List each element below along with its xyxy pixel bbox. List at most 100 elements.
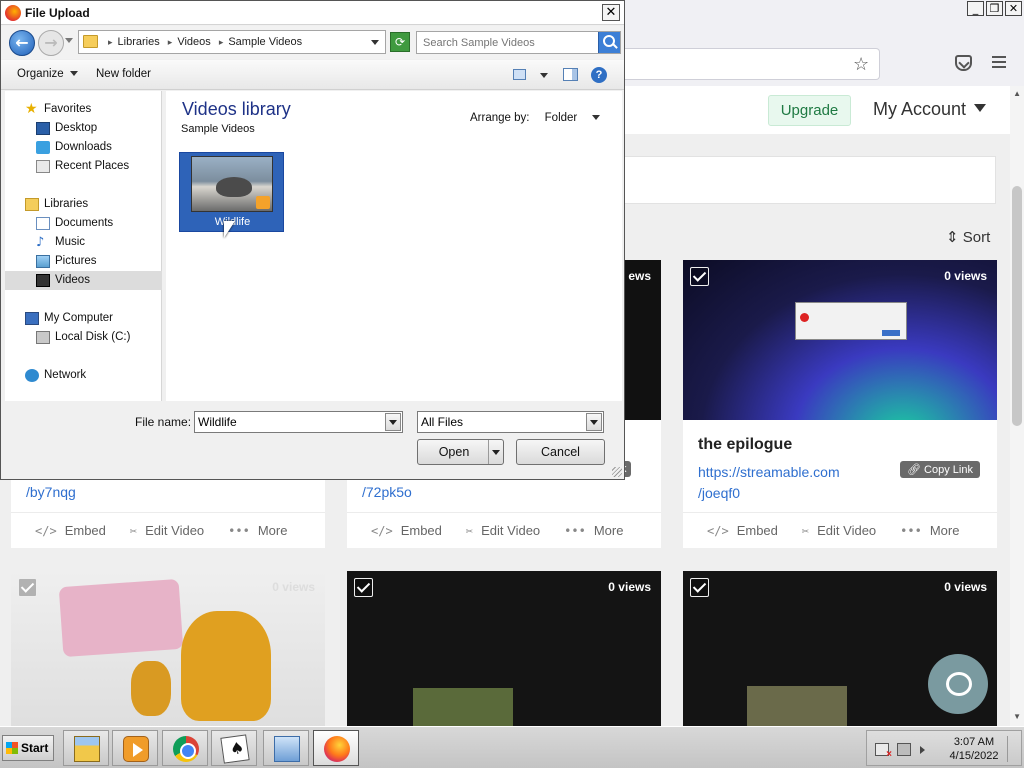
nav-item-documents[interactable]: Documents — [5, 214, 162, 233]
embed-button[interactable]: </> Embed — [35, 523, 106, 538]
embed-button[interactable]: </> Embed — [707, 523, 778, 538]
help-icon[interactable]: ? — [591, 67, 607, 83]
arrange-by-control[interactable]: Arrange by: Folder — [470, 112, 601, 124]
video-card[interactable]: 0 views the epilogue https://streamable.… — [683, 260, 997, 548]
edit-video-button[interactable]: ✂ Edit Video — [466, 523, 540, 538]
action-center-flag-icon[interactable] — [875, 743, 892, 760]
more-button[interactable]: ••• More — [228, 523, 287, 538]
sort-button[interactable]: ⇕ Sort — [946, 228, 990, 246]
breadcrumb-videos[interactable]: Videos — [177, 36, 210, 48]
clock[interactable]: 3:07 AM 4/15/2022 — [945, 735, 1003, 763]
video-link[interactable]: https://streamable.com/joeqf0 — [698, 462, 898, 504]
organize-button[interactable]: Organize — [17, 68, 78, 80]
taskbar-control-panel[interactable] — [263, 730, 309, 766]
search-panel[interactable] — [600, 156, 996, 204]
nav-item-favorites[interactable]: ★ Favorites — [5, 100, 162, 119]
select-checkbox[interactable] — [354, 578, 373, 597]
scrollbar-thumb[interactable] — [1012, 186, 1022, 426]
video-thumbnail[interactable]: 0 views — [11, 571, 325, 726]
more-button[interactable]: ••• More — [900, 523, 959, 538]
preview-pane-icon[interactable] — [563, 68, 578, 81]
select-checkbox[interactable] — [690, 267, 709, 286]
chat-support-button[interactable] — [928, 654, 988, 714]
nav-item-music[interactable]: ♪ Music — [5, 233, 162, 252]
select-checkbox[interactable] — [18, 578, 37, 597]
video-thumbnail[interactable]: 0 views — [347, 571, 661, 726]
my-account-label: My Account — [873, 99, 967, 119]
show-desktop-button[interactable] — [1007, 736, 1017, 762]
taskbar: Start 3:07 AM 4/15/2022 — [0, 726, 1024, 768]
file-name-dropdown-icon[interactable] — [385, 413, 401, 431]
cancel-button[interactable]: Cancel — [516, 439, 605, 465]
video-thumbnail[interactable]: 0 views — [683, 260, 997, 420]
upgrade-button[interactable]: Upgrade — [768, 95, 851, 126]
new-folder-button[interactable]: New folder — [96, 68, 151, 80]
taskbar-chrome[interactable] — [162, 730, 208, 766]
nav-item-videos[interactable]: Videos — [5, 271, 162, 290]
hamburger-menu-icon[interactable] — [992, 56, 1006, 68]
dialog-toolbar: Organize New folder ? — [1, 60, 624, 90]
scroll-up-arrow-icon[interactable]: ▲ — [1013, 89, 1021, 98]
file-name-input[interactable] — [195, 412, 383, 432]
taskbar-explorer[interactable] — [63, 730, 109, 766]
taskbar-media-player[interactable] — [112, 730, 158, 766]
change-view-icon[interactable] — [513, 69, 526, 80]
minimize-button[interactable]: _ — [967, 1, 984, 16]
nav-item-local-disk[interactable]: Local Disk (C:) — [5, 328, 162, 347]
address-dropdown-icon[interactable] — [371, 40, 379, 45]
dialog-close-button[interactable]: ✕ — [602, 4, 620, 21]
video-title[interactable]: the epilogue — [698, 436, 792, 454]
file-type-dropdown-icon[interactable] — [586, 413, 602, 431]
nav-item-my-computer[interactable]: My Computer — [5, 309, 162, 328]
video-link[interactable]: /72pk5o — [362, 482, 562, 503]
video-card[interactable]: 0 views — [347, 571, 661, 726]
nav-item-downloads[interactable]: Downloads — [5, 138, 162, 157]
nav-item-libraries[interactable]: Libraries — [5, 195, 162, 214]
page-scrollbar[interactable] — [1010, 86, 1024, 726]
url-bar[interactable] — [600, 48, 880, 80]
scroll-down-arrow-icon[interactable]: ▼ — [1013, 712, 1021, 721]
nav-item-desktop[interactable]: Desktop — [5, 119, 162, 138]
edit-video-button[interactable]: ✂ Edit Video — [802, 523, 876, 538]
start-button[interactable]: Start — [2, 735, 54, 761]
open-options-dropdown-icon[interactable] — [488, 440, 503, 464]
copy-link-button[interactable]: 🔗︎ Copy Link — [900, 461, 980, 478]
media-player-icon — [123, 736, 149, 762]
breadcrumb-sample-videos[interactable]: Sample Videos — [228, 36, 302, 48]
breadcrumb-libraries[interactable]: Libraries — [118, 36, 160, 48]
nav-item-network[interactable]: Network — [5, 366, 162, 385]
card-actions: </> Embed ✂ Edit Video ••• More — [683, 512, 997, 548]
pocket-icon[interactable] — [955, 55, 972, 71]
forward-arrow-icon[interactable]: → — [38, 30, 64, 56]
open-button[interactable]: Open — [417, 439, 504, 465]
restore-button[interactable]: ❐ — [986, 1, 1003, 16]
video-card[interactable]: 0 views — [11, 571, 325, 726]
network-tray-icon[interactable] — [897, 743, 911, 756]
embed-button[interactable]: </> Embed — [371, 523, 442, 538]
video-link[interactable]: /by7nqg — [26, 482, 226, 503]
refresh-icon[interactable]: ⟳ — [390, 32, 410, 52]
view-options-dropdown-icon[interactable] — [540, 73, 548, 78]
address-bar[interactable]: ▸ Libraries ▸ Videos ▸ Sample Videos — [78, 30, 386, 54]
select-checkbox[interactable] — [690, 578, 709, 597]
more-button[interactable]: ••• More — [564, 523, 623, 538]
chevron-down-icon — [69, 71, 78, 76]
file-type-select[interactable]: All Files — [417, 411, 604, 433]
file-item-wildlife[interactable]: Wildlife — [179, 152, 284, 232]
edit-label: Edit Video — [145, 523, 205, 538]
taskbar-firefox[interactable] — [313, 730, 359, 766]
bookmark-star-icon[interactable]: ☆ — [853, 54, 869, 75]
edit-video-button[interactable]: ✂ Edit Video — [130, 523, 204, 538]
volume-icon[interactable] — [920, 746, 925, 754]
search-icon[interactable] — [598, 32, 620, 53]
nav-item-pictures[interactable]: Pictures — [5, 252, 162, 271]
search-input[interactable] — [417, 32, 597, 53]
my-account-button[interactable]: My Account — [873, 99, 987, 120]
nav-item-label: Favorites — [44, 103, 92, 115]
taskbar-solitaire[interactable] — [211, 730, 257, 766]
nav-item-recent-places[interactable]: Recent Places — [5, 157, 162, 176]
back-arrow-icon[interactable]: ← — [9, 30, 35, 56]
close-window-button[interactable]: ✕ — [1005, 1, 1022, 16]
resize-grip-icon[interactable] — [612, 467, 622, 477]
history-dropdown-icon[interactable] — [65, 38, 73, 43]
